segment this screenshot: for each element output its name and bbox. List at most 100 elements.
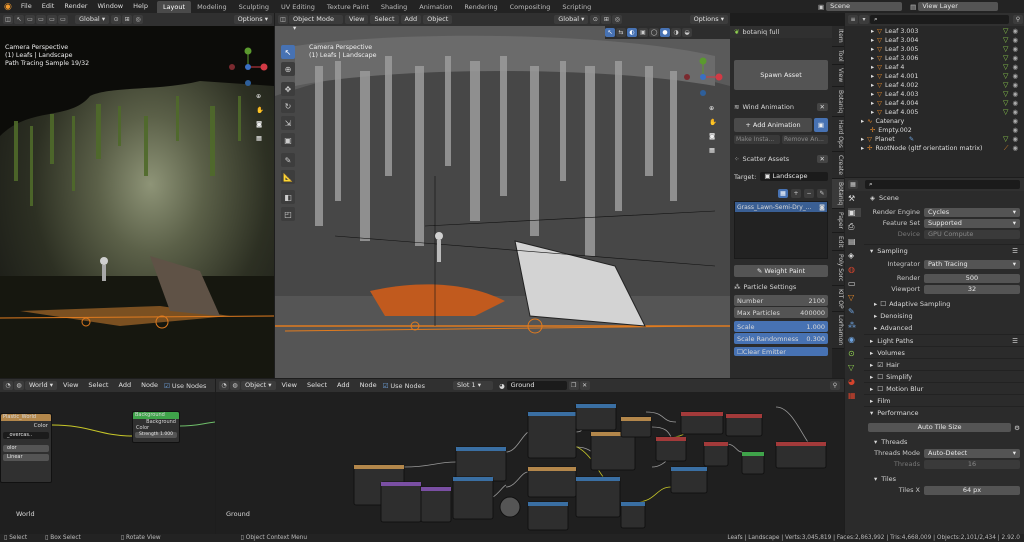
side-tab-edit[interactable]: Edit bbox=[832, 232, 844, 252]
select-mode2-icon[interactable]: ▭ bbox=[36, 15, 46, 24]
move-tool-icon[interactable]: ✥ bbox=[281, 82, 295, 96]
expand-icon[interactable]: ▸ bbox=[871, 63, 874, 72]
extra-tool-icon[interactable]: ◰ bbox=[281, 207, 295, 221]
number-field[interactable]: Number 2100 bbox=[734, 295, 828, 306]
menu-edit[interactable]: Edit bbox=[37, 0, 60, 13]
tab-animation[interactable]: Animation bbox=[413, 1, 458, 13]
shader-object-type-icon[interactable]: ◍ bbox=[230, 381, 240, 390]
volumes-header[interactable]: ▸ Volumes bbox=[864, 346, 1024, 358]
transform-orientation-select[interactable]: Global ▾ bbox=[75, 15, 110, 24]
viewport-menu-add[interactable]: Add bbox=[400, 15, 422, 24]
expand-icon[interactable]: ▸ bbox=[871, 54, 874, 63]
hair-header[interactable]: ▸ ☑ Hair bbox=[864, 358, 1024, 370]
threads-mode-select[interactable]: Auto-Detect ▾ bbox=[924, 449, 1020, 458]
motion-blur-checkbox-icon[interactable]: ☐ bbox=[877, 383, 883, 395]
outliner-search-input[interactable]: ⌕ bbox=[870, 15, 1009, 24]
pivot-icon[interactable]: ⊙ bbox=[111, 15, 122, 24]
main-options-button[interactable]: Options ▾ bbox=[689, 15, 728, 24]
scatter-close-icon[interactable]: ✕ bbox=[816, 155, 828, 163]
tab-modeling[interactable]: Modeling bbox=[191, 1, 233, 13]
menu-file[interactable]: File bbox=[16, 0, 37, 13]
outliner-item[interactable]: ▸ ▽ Leaf 4.003 ▽ ◉ bbox=[871, 90, 1024, 99]
scatter-list-item[interactable]: Grass_Lawn-Semi-Dry_... ◙ bbox=[735, 202, 827, 212]
tiles-x-field[interactable]: 64 px bbox=[924, 486, 1020, 495]
visibility-icon[interactable]: ◉ bbox=[1012, 135, 1018, 144]
auto-tile-size-button[interactable]: Auto Tile Size bbox=[868, 423, 1012, 432]
outliner-item[interactable]: ▸ ▽ Leaf 3.003 ▽ ◉ bbox=[871, 27, 1024, 36]
camera-icon[interactable]: ◙ bbox=[256, 121, 264, 129]
shader-type-select[interactable]: Object ▾ bbox=[241, 381, 276, 390]
transform-tool-icon[interactable]: ▣ bbox=[281, 133, 295, 147]
outliner-item[interactable]: ✢ Empty.002 ◉ bbox=[861, 126, 1024, 135]
tab-sculpting[interactable]: Sculpting bbox=[233, 1, 275, 13]
object-mode-select[interactable]: Object Mode ▾ bbox=[289, 15, 343, 32]
tiles-subpanel-header[interactable]: ▾ Tiles bbox=[864, 473, 1024, 485]
main-proportional-icon[interactable]: ◎ bbox=[612, 15, 623, 24]
viewport-menu-object[interactable]: Object bbox=[423, 15, 453, 24]
visibility-icon[interactable]: ◉ bbox=[1012, 90, 1018, 99]
wind-close-icon[interactable]: ✕ bbox=[816, 103, 828, 111]
visibility-icon[interactable]: ◉ bbox=[1012, 54, 1018, 63]
expand-icon[interactable]: ▸ bbox=[871, 108, 874, 117]
scatter-list-icon[interactable]: ▦ bbox=[778, 189, 788, 198]
collection-tab-icon[interactable]: ▭ bbox=[848, 279, 861, 288]
light-paths-presets-icon[interactable]: ☰ bbox=[1012, 335, 1018, 347]
cursor-icon[interactable]: ↖ bbox=[14, 15, 24, 24]
expand-icon[interactable]: ▸ bbox=[861, 117, 864, 126]
left-options-button[interactable]: Options ▾ bbox=[233, 15, 272, 24]
simplify-header[interactable]: ▸ ☐ Simplify bbox=[864, 370, 1024, 382]
main-editor-type-icon[interactable]: ◫ bbox=[278, 15, 288, 24]
main-snap-icon[interactable]: ⊞ bbox=[601, 15, 612, 24]
performance-header[interactable]: ▾ Performance bbox=[864, 406, 1024, 418]
editor-type-icon[interactable]: ◫ bbox=[3, 15, 13, 24]
texture-tab-icon[interactable]: ▦ bbox=[848, 391, 861, 400]
select-box-tool-icon[interactable]: ↖ bbox=[281, 45, 295, 59]
scatter-list[interactable]: Grass_Lawn-Semi-Dry_... ◙ bbox=[734, 201, 828, 259]
shading-wire-icon[interactable]: ◯ bbox=[649, 28, 659, 37]
data-tab-icon[interactable]: ▽ bbox=[848, 363, 861, 372]
menu-help[interactable]: Help bbox=[128, 0, 153, 13]
world-tab-icon[interactable]: ◍ bbox=[848, 265, 861, 274]
expand-icon[interactable]: ▸ bbox=[871, 99, 874, 108]
grid-icon[interactable]: ▦ bbox=[256, 135, 264, 143]
motion-blur-header[interactable]: ▸ ☐ Motion Blur bbox=[864, 382, 1024, 394]
tab-scripting[interactable]: Scripting bbox=[556, 1, 597, 13]
visibility-icon[interactable]: ◉ bbox=[1012, 81, 1018, 90]
hair-checkbox-icon[interactable]: ☑ bbox=[877, 359, 883, 371]
proportional-icon[interactable]: ◎ bbox=[133, 15, 144, 24]
outliner-item[interactable]: ▸ ✢ RootNode (gltf orientation matrix) ⟋ ◉ bbox=[861, 144, 1024, 153]
select-mode3-icon[interactable]: ▭ bbox=[47, 15, 57, 24]
shader-use-nodes-checkbox-icon[interactable]: ☑ bbox=[383, 382, 389, 390]
threads-field[interactable]: 16 bbox=[924, 460, 1020, 469]
menu-render[interactable]: Render bbox=[59, 0, 92, 13]
select-mode-icon[interactable]: ▭ bbox=[25, 15, 35, 24]
visibility-icon[interactable]: ◉ bbox=[1012, 99, 1018, 108]
slot-select[interactable]: Slot 1 ▾ bbox=[452, 381, 493, 390]
outliner-item[interactable]: ▸ ▽ Leaf 3.005 ▽ ◉ bbox=[871, 45, 1024, 54]
expand-icon[interactable]: ▸ bbox=[871, 72, 874, 81]
modifier-tab-icon[interactable]: ✎ bbox=[848, 307, 861, 316]
visibility-icon[interactable]: ◉ bbox=[1012, 27, 1018, 36]
tab-layout[interactable]: Layout bbox=[156, 1, 192, 13]
side-tab-paper[interactable]: Paper bbox=[832, 208, 844, 233]
integrator-select[interactable]: Path Tracing ▾ bbox=[924, 260, 1020, 269]
scale-tool-icon[interactable]: ⇲ bbox=[281, 116, 295, 130]
render-tab-icon[interactable]: ▣ bbox=[848, 208, 861, 217]
side-tab-kitop[interactable]: KIT OP bbox=[832, 285, 844, 313]
visibility-icon[interactable]: ◉ bbox=[1012, 108, 1018, 117]
visibility-icon[interactable]: ◉ bbox=[1012, 72, 1018, 81]
visibility-icon[interactable]: ◉ bbox=[1012, 126, 1018, 135]
make-instance-button[interactable]: Make Insta... bbox=[734, 135, 780, 144]
scene-tab-icon[interactable]: ◈ bbox=[848, 251, 861, 260]
rotate-tool-icon[interactable]: ↻ bbox=[281, 99, 295, 113]
auto-tile-settings-icon[interactable]: ⚙ bbox=[1014, 424, 1020, 432]
main-viewport[interactable]: ◫ Object Mode ▾ View Select Add Object G… bbox=[275, 13, 730, 378]
select-visibility-icon[interactable]: ↖ bbox=[605, 28, 615, 37]
shading-rendered-icon[interactable]: ◒ bbox=[682, 28, 692, 37]
tab-uv-editing[interactable]: UV Editing bbox=[275, 1, 321, 13]
clear-emitter-button[interactable]: ☐ Clear Emitter bbox=[734, 347, 828, 356]
side-tab-lorhamon[interactable]: Lorhamon bbox=[832, 312, 844, 350]
outliner-editor-icon[interactable]: ≡ bbox=[848, 15, 858, 24]
view-layer-tab-icon[interactable]: ▤ bbox=[848, 237, 861, 246]
rendered-viewport[interactable]: ◫ ↖ ▭ ▭ ▭ ▭ Global ▾ ⊙ ⊞ ◎ Options ▾ Cam… bbox=[0, 13, 274, 378]
